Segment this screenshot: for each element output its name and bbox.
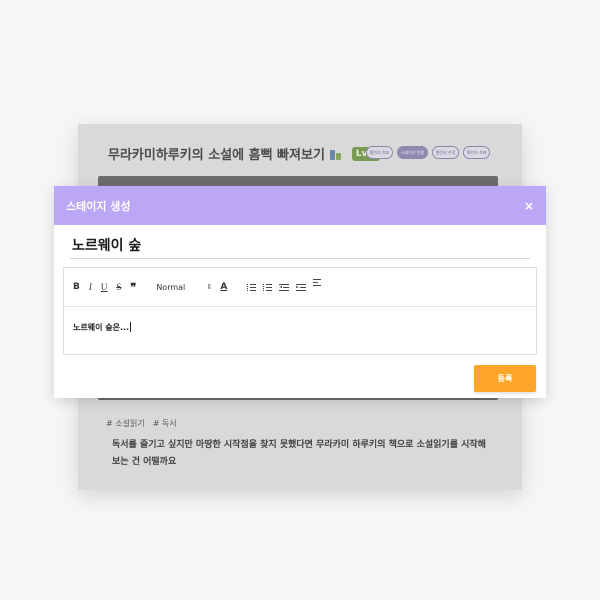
create-stage-modal: 스테이지 생성 × B I U S ❞ Normal ⇕ A 노르웨이 숲은..… xyxy=(54,186,546,398)
stage-name-input[interactable] xyxy=(70,232,530,259)
challenge-info-button[interactable]: 챌린지 정보 xyxy=(366,146,393,159)
book-stack-icon xyxy=(329,147,343,161)
ordered-list-icon[interactable] xyxy=(247,283,257,291)
editor-text: 노르웨이 숲은... xyxy=(73,323,130,332)
challenge-title: 무라카미하루키의 소설에 흠뻑 빠져보기 xyxy=(108,148,325,163)
header-select-value: Normal xyxy=(156,282,186,292)
stage-status-button[interactable]: 스테이지 현황 xyxy=(397,146,428,159)
text-color-button[interactable]: A xyxy=(220,282,227,292)
bullet-list-icon[interactable] xyxy=(263,283,273,291)
challenge-title-row: 무라카미하루키의 소설에 흠뻑 빠져보기 Lv.2 xyxy=(108,144,381,163)
challenge-edit-button[interactable]: 챌린지 수정 xyxy=(432,146,459,159)
challenge-delete-button[interactable]: 챌린지 삭제 xyxy=(463,146,490,159)
challenge-actions: 챌린지 정보 스테이지 현황 챌린지 수정 챌린지 삭제 xyxy=(366,146,490,159)
select-arrows-icon: ⇕ xyxy=(206,283,213,291)
italic-button[interactable]: I xyxy=(89,282,92,292)
underline-button[interactable]: U xyxy=(101,282,108,292)
indent-icon[interactable] xyxy=(296,283,307,291)
tag[interactable]: # 소설읽기 xyxy=(106,418,145,429)
text-caret xyxy=(130,322,132,332)
header-select[interactable]: Normal ⇕ xyxy=(156,283,212,292)
submit-button[interactable]: 등록 xyxy=(474,365,536,392)
bold-button[interactable]: B xyxy=(73,282,80,292)
rich-text-editor: B I U S ❞ Normal ⇕ A 노르웨이 숲은... xyxy=(63,267,537,355)
tag[interactable]: # 독서 xyxy=(153,418,177,429)
challenge-tags: # 소설읽기 # 독서 xyxy=(106,418,177,429)
close-icon[interactable]: × xyxy=(524,199,534,213)
editor-content[interactable]: 노르웨이 숲은... xyxy=(64,307,536,333)
outdent-icon[interactable] xyxy=(279,283,290,291)
challenge-description: 독서를 즐기고 싶지만 마땅한 시작점을 찾지 못했다면 무라카미 하루키의 책… xyxy=(112,440,486,467)
align-icon[interactable] xyxy=(313,279,322,286)
strike-button[interactable]: S xyxy=(116,282,121,292)
modal-header: 스테이지 생성 × xyxy=(54,186,546,225)
blockquote-button[interactable]: ❞ xyxy=(130,281,136,294)
editor-toolbar: B I U S ❞ Normal ⇕ A xyxy=(64,268,536,307)
modal-title: 스테이지 생성 xyxy=(66,199,131,213)
